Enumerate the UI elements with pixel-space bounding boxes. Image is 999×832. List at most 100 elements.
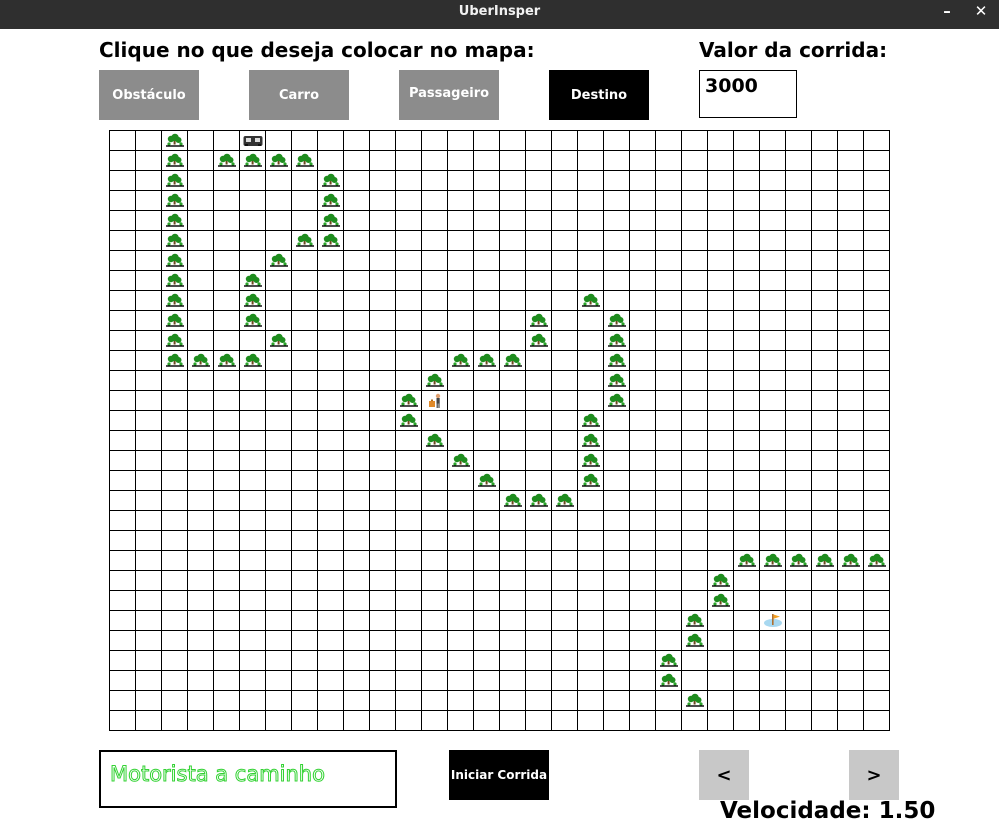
map-cell[interactable]	[448, 291, 474, 311]
map-cell[interactable]	[474, 431, 500, 451]
map-cell[interactable]	[188, 471, 214, 491]
map-cell[interactable]	[344, 671, 370, 691]
map-cell[interactable]	[708, 131, 734, 151]
map-cell[interactable]	[266, 171, 292, 191]
map-cell[interactable]	[188, 611, 214, 631]
map-cell[interactable]	[838, 431, 864, 451]
map-cell[interactable]	[578, 131, 604, 151]
map-cell[interactable]	[240, 571, 266, 591]
map-cell[interactable]	[526, 351, 552, 371]
map-cell[interactable]	[448, 251, 474, 271]
map-cell[interactable]	[396, 251, 422, 271]
map-cell[interactable]	[240, 411, 266, 431]
map-cell[interactable]	[760, 451, 786, 471]
map-cell[interactable]	[396, 651, 422, 671]
map-cell[interactable]	[500, 671, 526, 691]
map-cell[interactable]	[214, 411, 240, 431]
map-cell[interactable]	[110, 131, 136, 151]
map-cell[interactable]	[630, 691, 656, 711]
map-cell[interactable]	[838, 351, 864, 371]
map-cell[interactable]	[552, 191, 578, 211]
map-cell[interactable]	[604, 451, 630, 471]
map-cell[interactable]	[578, 531, 604, 551]
map-cell[interactable]	[474, 491, 500, 511]
map-cell[interactable]	[110, 671, 136, 691]
map-cell[interactable]	[838, 671, 864, 691]
map-cell[interactable]	[526, 511, 552, 531]
map-cell[interactable]	[500, 371, 526, 391]
map-cell[interactable]	[604, 691, 630, 711]
map-cell[interactable]	[864, 391, 890, 411]
map-cell[interactable]	[864, 171, 890, 191]
map-cell[interactable]	[734, 671, 760, 691]
map-cell[interactable]	[734, 611, 760, 631]
map-cell[interactable]	[136, 171, 162, 191]
map-cell[interactable]	[812, 391, 838, 411]
map-cell[interactable]	[474, 291, 500, 311]
map-cell[interactable]	[396, 411, 422, 431]
map-cell[interactable]	[318, 671, 344, 691]
map-cell[interactable]	[396, 591, 422, 611]
map-cell[interactable]	[422, 131, 448, 151]
map-cell[interactable]	[526, 691, 552, 711]
map-cell[interactable]	[344, 511, 370, 531]
map-cell[interactable]	[448, 271, 474, 291]
map-cell[interactable]	[110, 171, 136, 191]
map-cell[interactable]	[864, 511, 890, 531]
map-cell[interactable]	[474, 391, 500, 411]
map-cell[interactable]	[162, 471, 188, 491]
map-cell[interactable]	[240, 431, 266, 451]
map-cell[interactable]	[344, 171, 370, 191]
map-cell[interactable]	[396, 571, 422, 591]
map-cell[interactable]	[708, 651, 734, 671]
map-cell[interactable]	[162, 391, 188, 411]
map-cell[interactable]	[474, 331, 500, 351]
map-cell[interactable]	[760, 371, 786, 391]
map-cell[interactable]	[110, 551, 136, 571]
map-cell[interactable]	[526, 571, 552, 591]
map-cell[interactable]	[422, 551, 448, 571]
map-cell[interactable]	[734, 651, 760, 671]
map-cell[interactable]	[240, 231, 266, 251]
map-cell[interactable]	[864, 671, 890, 691]
map-cell[interactable]	[682, 571, 708, 591]
map-cell[interactable]	[318, 231, 344, 251]
map-cell[interactable]	[526, 331, 552, 351]
map-cell[interactable]	[760, 591, 786, 611]
map-cell[interactable]	[110, 611, 136, 631]
map-cell[interactable]	[292, 231, 318, 251]
map-cell[interactable]	[240, 211, 266, 231]
map-cell[interactable]	[630, 591, 656, 611]
map-cell[interactable]	[422, 311, 448, 331]
map-cell[interactable]	[604, 171, 630, 191]
map-cell[interactable]	[344, 151, 370, 171]
map-cell[interactable]	[396, 471, 422, 491]
map-cell[interactable]	[500, 451, 526, 471]
map-cell[interactable]	[136, 691, 162, 711]
map-cell[interactable]	[214, 151, 240, 171]
map-cell[interactable]	[760, 551, 786, 571]
map-cell[interactable]	[188, 631, 214, 651]
map-cell[interactable]	[292, 711, 318, 731]
map-cell[interactable]	[812, 511, 838, 531]
map-cell[interactable]	[474, 711, 500, 731]
map-cell[interactable]	[448, 231, 474, 251]
map-cell[interactable]	[240, 251, 266, 271]
map-cell[interactable]	[448, 131, 474, 151]
map-cell[interactable]	[838, 231, 864, 251]
map-cell[interactable]	[838, 411, 864, 431]
map-cell[interactable]	[448, 531, 474, 551]
map-cell[interactable]	[734, 211, 760, 231]
map-cell[interactable]	[630, 651, 656, 671]
map-cell[interactable]	[786, 251, 812, 271]
map-cell[interactable]	[812, 591, 838, 611]
map-cell[interactable]	[214, 531, 240, 551]
map-cell[interactable]	[240, 191, 266, 211]
map-cell[interactable]	[500, 611, 526, 631]
map-cell[interactable]	[214, 431, 240, 451]
map-cell[interactable]	[448, 391, 474, 411]
map-cell[interactable]	[344, 631, 370, 651]
map-cell[interactable]	[240, 171, 266, 191]
map-cell[interactable]	[292, 191, 318, 211]
map-cell[interactable]	[500, 171, 526, 191]
